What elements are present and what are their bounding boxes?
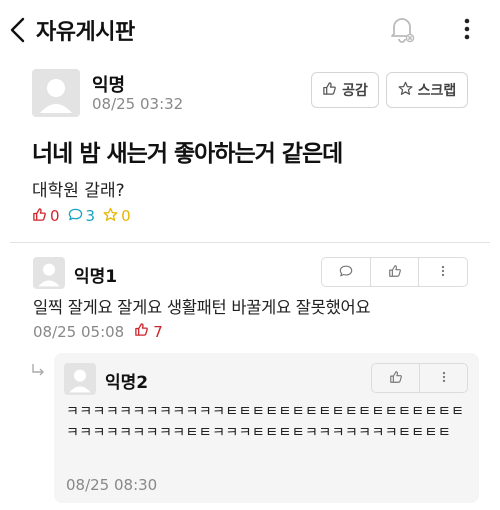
thumbs-up-icon	[32, 207, 47, 226]
post-date: 08/25 03:32	[92, 95, 184, 113]
comment-like-button[interactable]	[371, 258, 420, 286]
reply-more-button[interactable]	[420, 364, 467, 392]
thumbs-up-icon	[134, 322, 149, 341]
comment-icon	[339, 263, 353, 282]
like-count-value: 0	[50, 207, 60, 225]
post-stats: 0 3 0	[32, 206, 139, 226]
app-header: 자유게시판	[0, 0, 500, 58]
comment-body: 일찍 잘게요 잘게요 생활패턴 바꿀게요 잘못했어요	[33, 298, 371, 317]
scrap-count: 0	[103, 207, 131, 226]
avatar	[33, 257, 65, 289]
more-vertical-icon[interactable]	[458, 14, 476, 44]
thumbs-up-icon	[322, 81, 337, 100]
like-count: 0	[32, 207, 60, 226]
post-title: 너네 밤 새는거 좋아하는거 같은데	[32, 141, 343, 167]
thumbs-up-icon	[389, 369, 403, 388]
comment-date: 08/25 05:08	[33, 322, 125, 341]
more-vertical-icon	[437, 369, 451, 388]
divider	[10, 242, 490, 243]
comment-count: 3	[68, 207, 96, 226]
avatar	[64, 363, 96, 395]
post-body: 대학원 갈래?	[32, 181, 125, 201]
page-title: 자유게시판	[36, 20, 135, 45]
comment-author: 익명1	[74, 267, 118, 287]
like-button[interactable]: 공감	[311, 72, 379, 108]
comment-icon	[68, 207, 83, 226]
star-icon	[398, 81, 413, 100]
comment-meta: 08/25 05:08 7	[33, 322, 163, 341]
reply-arrow-icon	[30, 362, 46, 378]
bell-off-icon[interactable]	[388, 14, 416, 44]
chevron-left-icon[interactable]	[8, 16, 28, 44]
reply-button[interactable]	[322, 258, 371, 286]
comment-actions	[321, 257, 468, 287]
comment-like-value: 7	[153, 322, 163, 341]
reply-author: 익명2	[105, 373, 149, 393]
comment-more-button[interactable]	[419, 258, 467, 286]
more-vertical-icon	[436, 263, 450, 282]
reply-actions	[371, 363, 468, 393]
post-author: 익명	[92, 75, 126, 96]
scrap-count-value: 0	[121, 207, 131, 225]
comment-count-value: 3	[85, 207, 96, 225]
like-button-label: 공감	[342, 83, 368, 99]
reply-date: 08/25 08:30	[66, 476, 158, 494]
reply-like-button[interactable]	[372, 364, 420, 392]
reply-body: ㅋㅋㅋㅋㅋㅋㅋㅋㅋㅋㅋㅋㅌㅌㅌㅌㅌㅌㅌㅌㅌㅌㅌㅌㅌㅌㅌㅌㅌㅌㅋㅋㅋㅋㅋㅋㅋㅋㅋㅌ…	[66, 404, 465, 441]
avatar	[32, 69, 80, 117]
scrap-button-label: 스크랩	[417, 83, 457, 99]
comment-like-count: 7	[134, 322, 163, 341]
star-icon	[103, 207, 118, 226]
thumbs-up-icon	[388, 263, 402, 282]
scrap-button[interactable]: 스크랩	[386, 72, 468, 108]
